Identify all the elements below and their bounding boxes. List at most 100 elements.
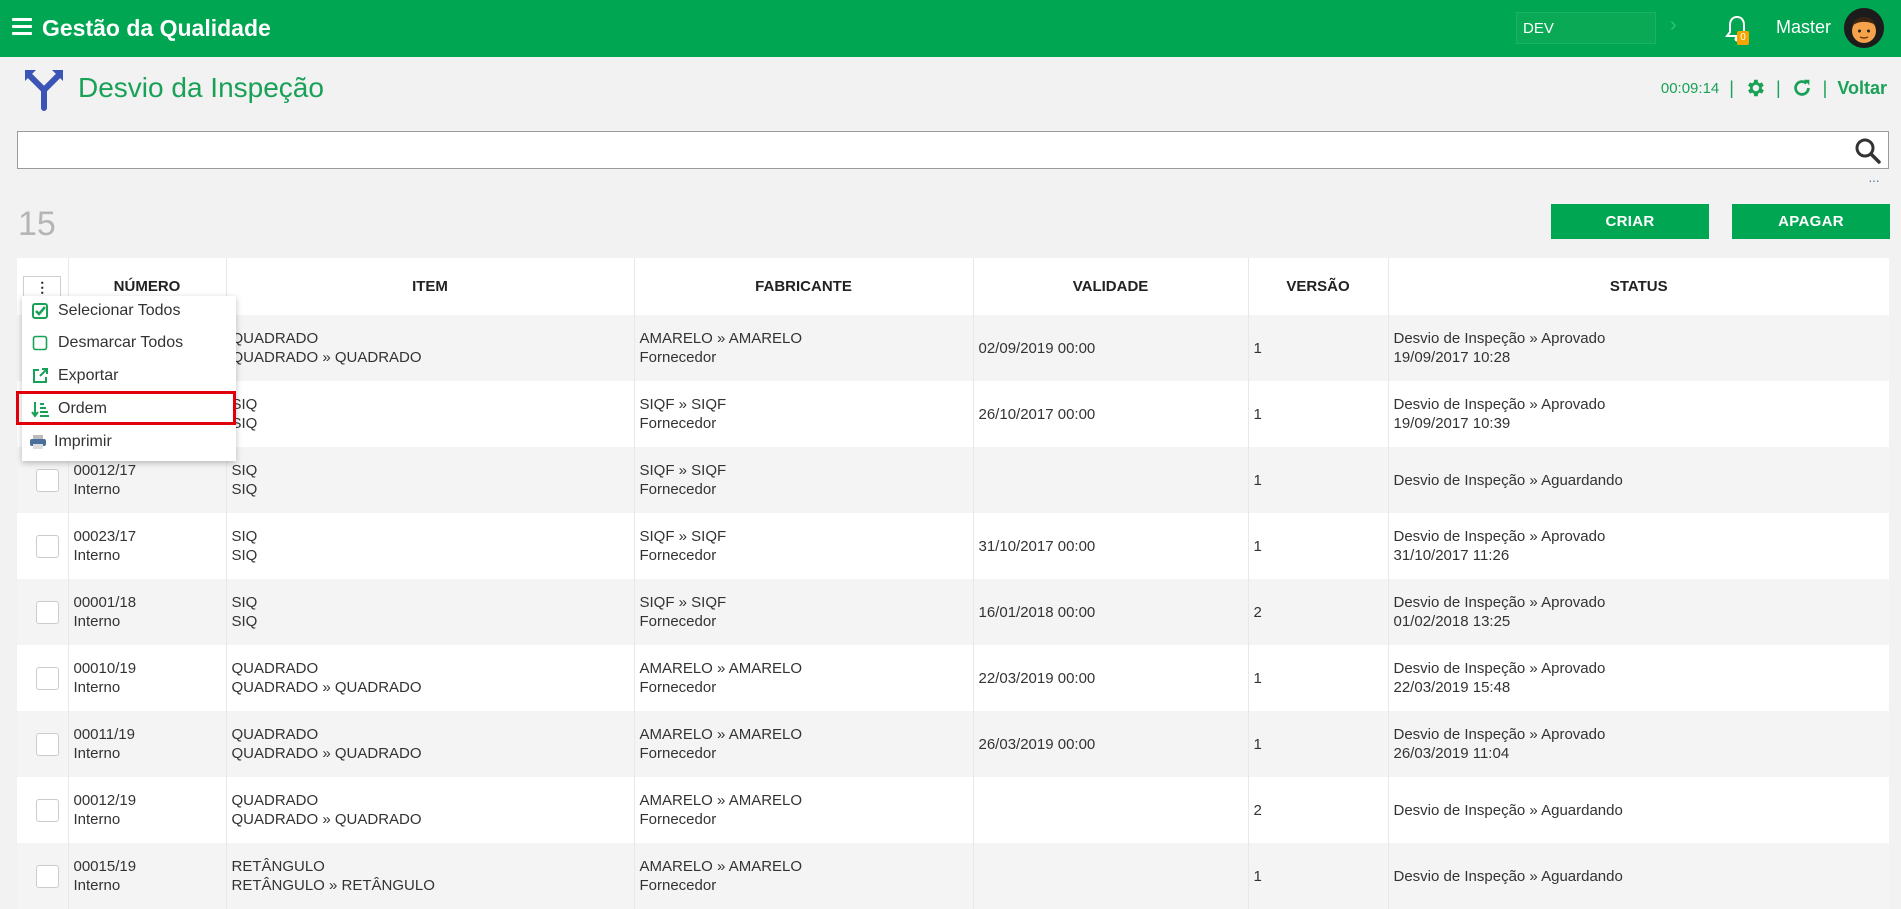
column-header-versao[interactable]: VERSÃO (1247, 258, 1388, 315)
row-checkbox-cell (17, 843, 68, 909)
row-checkbox-cell (17, 777, 68, 843)
notification-badge: 0 (1737, 31, 1749, 45)
table-row[interactable]: 00012/17 Interno SIQ SIQ SIQF » SIQF Fornec… (17, 447, 1889, 513)
cell-status: Desvio de Inspeção » Aprovado 01/02/2018 … (1387, 579, 1889, 645)
fork-icon (25, 70, 63, 111)
sort-icon (22, 400, 58, 418)
row-checkbox-cell (17, 645, 68, 711)
row-checkbox[interactable] (36, 600, 59, 624)
kebab-menu-button[interactable]: ⋮ (23, 275, 62, 298)
separator: | (1775, 77, 1781, 98)
session-timer: 00:09:14 (1660, 79, 1720, 97)
cell-versao: 1 (1247, 711, 1388, 777)
chevron-right-icon[interactable]: › (1670, 14, 1677, 37)
row-checkbox[interactable] (36, 732, 59, 756)
separator: | (1729, 77, 1734, 98)
back-link[interactable]: Voltar (1837, 78, 1887, 99)
delete-button[interactable]: APAGAR (1732, 204, 1890, 239)
cell-status: Desvio de Inspeção » Aguardando (1387, 447, 1889, 513)
more-options-icon[interactable]: ··· (1868, 172, 1880, 188)
cell-validade (972, 447, 1248, 513)
cell-item: QUADRADO QUADRADO » QUADRADO (225, 645, 634, 711)
row-checkbox[interactable] (36, 534, 59, 558)
cell-fabricante: SIQF » SIQF Fornecedor (633, 513, 973, 579)
cell-validade: 26/03/2019 00:00 (972, 711, 1248, 777)
table-row[interactable]: SIQ SIQ SIQF » SIQF Fornecedor 26/10/2017 … (17, 381, 1889, 447)
row-checkbox[interactable] (36, 468, 59, 492)
cell-validade: 16/01/2018 00:00 (972, 579, 1248, 645)
cell-fabricante: SIQF » SIQF Fornecedor (633, 447, 973, 513)
cell-item: SIQ SIQ (225, 381, 634, 447)
row-checkbox[interactable] (36, 666, 59, 690)
record-count: 15 (18, 205, 56, 243)
table-row[interactable]: 00023/17 Interno SIQ SIQ SIQF » SIQF Fornec… (17, 513, 1889, 579)
menu-item-order[interactable]: Ordem (22, 394, 236, 424)
table-row[interactable]: 00001/18 Interno SIQ SIQ SIQF » SIQF Fornec… (17, 579, 1889, 645)
actions-dropdown-menu: Selecionar Todos Desmarcar Todos Exporta… (22, 296, 236, 461)
cell-fabricante: SIQF » SIQF Fornecedor (633, 579, 973, 645)
column-header-item[interactable]: ITEM (225, 258, 634, 315)
menu-item-label: Selecionar Todos (58, 302, 181, 319)
search-input[interactable] (17, 131, 1889, 169)
create-button[interactable]: CRIAR (1551, 204, 1709, 239)
column-header-validade[interactable]: VALIDADE (972, 258, 1248, 315)
table-row[interactable]: 00012/19 Interno QUADRADO QUADRADO » QUADR… (17, 777, 1889, 843)
checkbox-empty-icon (22, 335, 58, 351)
avatar[interactable] (1844, 8, 1884, 48)
cell-fabricante: AMARELO » AMARELO Fornecedor (633, 777, 973, 843)
table-row[interactable]: 00015/19 Interno RETÂNGULO RETÂNGULO » RET… (17, 843, 1889, 909)
column-header-status[interactable]: STATUS (1387, 258, 1889, 315)
cell-versao: 2 (1247, 579, 1388, 645)
table-header-row: ⋮ NÚMERO ITEM FABRICANTE VALIDADE VERSÃO… (17, 258, 1889, 315)
cell-fabricante: SIQF » SIQF Fornecedor (633, 381, 973, 447)
table-row[interactable]: 00011/19 Interno QUADRADO QUADRADO » QUADR… (17, 711, 1889, 777)
cell-numero: 00015/19 Interno (67, 843, 226, 909)
row-checkbox[interactable] (36, 798, 59, 822)
cell-versao: 1 (1247, 645, 1388, 711)
user-name[interactable]: Master (1776, 17, 1831, 38)
row-checkbox-cell (17, 513, 68, 579)
menu-item-deselect-all[interactable]: Desmarcar Todos (22, 328, 236, 358)
cell-versao: 1 (1247, 447, 1388, 513)
cell-item: SIQ SIQ (225, 447, 634, 513)
menu-item-label: Ordem (58, 400, 107, 417)
app-title[interactable]: Gestão da Qualidade (42, 15, 271, 42)
menu-item-export[interactable]: Exportar (22, 361, 236, 391)
menu-item-label: Exportar (58, 367, 119, 384)
avatar-image (1844, 8, 1884, 48)
gear-icon[interactable] (1744, 77, 1766, 99)
cell-status: Desvio de Inspeção » Aguardando (1387, 843, 1889, 909)
cell-validade: 26/10/2017 00:00 (972, 381, 1248, 447)
menu-item-select-all[interactable]: Selecionar Todos (22, 296, 236, 326)
cell-item: SIQ SIQ (225, 513, 634, 579)
column-header-fabricante[interactable]: FABRICANTE (633, 258, 973, 315)
data-table: ⋮ NÚMERO ITEM FABRICANTE VALIDADE VERSÃO… (17, 258, 1889, 909)
cell-numero: 00010/19 Interno (67, 645, 226, 711)
cell-versao: 1 (1247, 381, 1388, 447)
menu-item-print[interactable]: Imprimir (22, 427, 236, 457)
row-checkbox-cell (17, 711, 68, 777)
cell-status: Desvio de Inspeção » Aprovado 19/09/2017 … (1387, 381, 1889, 447)
cell-numero: 00001/18 Interno (67, 579, 226, 645)
cell-status: Desvio de Inspeção » Aprovado 31/10/2017 … (1387, 513, 1889, 579)
row-checkbox[interactable] (36, 864, 59, 888)
refresh-icon[interactable] (1791, 77, 1813, 99)
cell-numero: 00023/17 Interno (67, 513, 226, 579)
cell-status: Desvio de Inspeção » Aprovado 22/03/2019 … (1387, 645, 1889, 711)
environment-selector[interactable]: DEV (1516, 12, 1656, 44)
top-bar: Gestão da Qualidade DEV › 0 Master (0, 0, 1901, 57)
menu-item-label: Desmarcar Todos (58, 334, 184, 351)
table-row[interactable]: 00010/19 Interno QUADRADO QUADRADO » QUADR… (17, 645, 1889, 711)
cell-versao: 2 (1247, 777, 1388, 843)
table-row[interactable]: QUADRADO QUADRADO » QUADRADO AMARELO » AM… (17, 315, 1889, 381)
cell-item: QUADRADO QUADRADO » QUADRADO (225, 315, 634, 381)
separator: | (1822, 77, 1828, 98)
cell-validade: 31/10/2017 00:00 (972, 513, 1248, 579)
search-icon[interactable] (1854, 137, 1882, 165)
cell-versao: 1 (1247, 315, 1388, 381)
menu-icon[interactable] (12, 18, 32, 36)
cell-validade (972, 843, 1248, 909)
page-title: Desvio da Inspeção (78, 72, 324, 103)
cell-status: Desvio de Inspeção » Aprovado 19/09/2017 … (1387, 315, 1889, 381)
cell-fabricante: AMARELO » AMARELO Fornecedor (633, 711, 973, 777)
